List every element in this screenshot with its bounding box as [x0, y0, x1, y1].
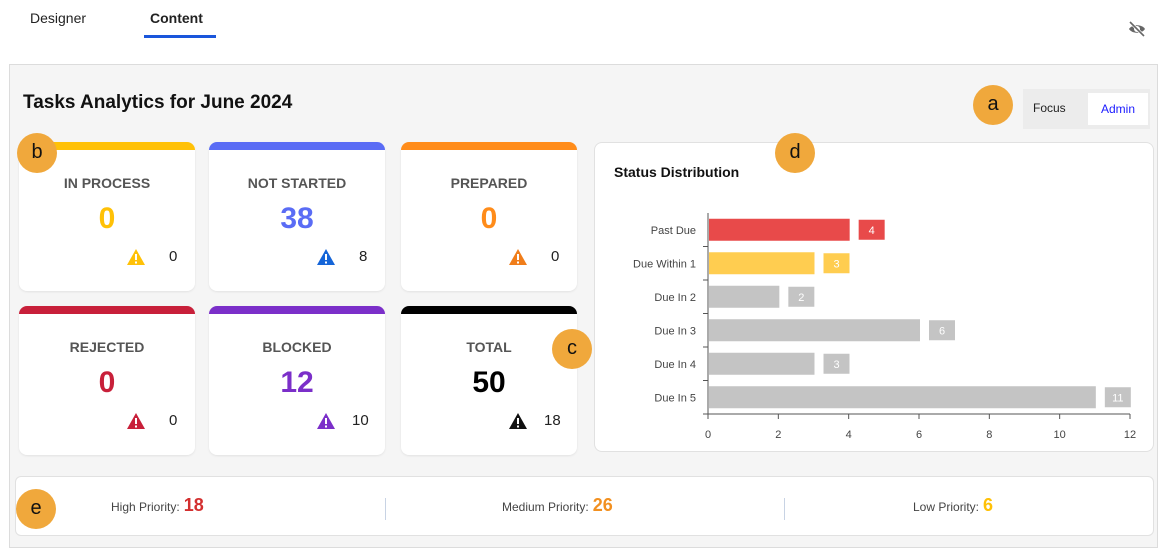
- y-tick-label: Past Due: [651, 225, 696, 237]
- eye-slash-icon[interactable]: [1127, 20, 1147, 38]
- bar: [709, 352, 815, 375]
- y-tick-label: Due In 5: [654, 392, 696, 404]
- status-card-rejected[interactable]: REJECTED 0 0: [19, 306, 195, 455]
- status-distribution-card: Status Distribution 0 2 4 6 8 10 12 Past Due 4 Du…: [594, 142, 1154, 452]
- x-tick-label: 10: [1054, 429, 1066, 441]
- card-band: [209, 142, 385, 150]
- y-tick-label: Due Within 1: [633, 258, 696, 270]
- x-tick-label: 6: [916, 429, 922, 441]
- priority-label: Medium Priority:: [502, 500, 589, 514]
- tab-content[interactable]: Content: [150, 10, 203, 26]
- card-value: 0: [480, 202, 498, 235]
- x-tick-label: 4: [846, 429, 852, 441]
- bar: [709, 386, 1096, 409]
- card-label: PREPARED: [450, 175, 528, 191]
- priority-value: 6: [983, 495, 994, 515]
- mode-switch: Focus Admin: [1023, 89, 1150, 129]
- status-card-blocked[interactable]: BLOCKED 12 10: [209, 306, 385, 455]
- divider: [385, 498, 386, 520]
- card-label: NOT STARTED: [247, 175, 347, 191]
- bar: [709, 285, 780, 308]
- status-card-total[interactable]: TOTAL 50 18: [401, 306, 577, 455]
- priority-summary: High Priority: 18 Medium Priority: 26 Low …: [15, 476, 1154, 536]
- priority-value: 18: [183, 495, 204, 515]
- warning-count: 0: [169, 412, 178, 429]
- priority-label: Low Priority:: [913, 500, 980, 514]
- bar-value-label: 3: [833, 258, 839, 270]
- card-label: BLOCKED: [262, 339, 332, 355]
- card-value: 38: [280, 202, 314, 235]
- warning-count: 0: [551, 248, 560, 265]
- x-tick-label: 8: [986, 429, 992, 441]
- warning-triangle-icon: [317, 249, 335, 265]
- status-distribution-chart: 0 2 4 6 8 10 12 Past Due 4 Due Within 1 3 Due In 2 2…: [633, 213, 1136, 441]
- warning-triangle-icon: [127, 249, 145, 265]
- y-tick-label: Due In 4: [654, 359, 696, 371]
- card-value: 0: [98, 366, 116, 399]
- mode-focus-option[interactable]: Focus: [1033, 101, 1066, 115]
- card-value: 50: [472, 366, 506, 399]
- bar-value-label: 6: [939, 325, 945, 337]
- card-label: IN PROCESS: [63, 175, 151, 191]
- priority-label: High Priority:: [111, 500, 180, 514]
- y-tick-label: Due In 3: [654, 325, 696, 337]
- annotation-marker-b: b: [17, 133, 57, 173]
- warning-count: 10: [352, 412, 369, 429]
- bar-value-label: 4: [869, 225, 875, 237]
- warning-triangle-icon: [509, 249, 527, 265]
- analytics-panel: Tasks Analytics for June 2024 Focus Admi…: [9, 64, 1158, 548]
- status-card-not-started[interactable]: NOT STARTED 38 8: [209, 142, 385, 291]
- annotation-marker-d: d: [775, 133, 815, 173]
- warning-count: 18: [544, 412, 561, 429]
- x-tick-label: 12: [1124, 429, 1136, 441]
- priority-value: 26: [592, 495, 613, 515]
- bar: [709, 319, 920, 342]
- status-card-prepared[interactable]: PREPARED 0 0: [401, 142, 577, 291]
- bar: [709, 218, 850, 241]
- y-tick-label: Due In 2: [654, 292, 696, 304]
- card-band: [19, 306, 195, 314]
- card-band: [209, 306, 385, 314]
- warning-triangle-icon: [317, 413, 335, 429]
- card-band: [401, 142, 577, 150]
- top-tab-bar: Designer Content: [0, 0, 1159, 45]
- tab-designer[interactable]: Designer: [30, 10, 86, 26]
- low-priority: Low Priority: 6: [913, 495, 993, 516]
- divider: [784, 498, 785, 520]
- medium-priority: Medium Priority: 26: [502, 495, 613, 516]
- warning-triangle-icon: [509, 413, 527, 429]
- annotation-marker-a: a: [973, 85, 1013, 125]
- bar-value-label: 2: [798, 292, 804, 304]
- active-tab-indicator: [144, 35, 216, 38]
- card-band: [401, 306, 577, 314]
- x-tick-label: 2: [775, 429, 781, 441]
- page-title: Tasks Analytics for June 2024: [23, 92, 293, 113]
- annotation-marker-c: c: [552, 329, 592, 369]
- high-priority: High Priority: 18: [111, 495, 204, 516]
- mode-admin-option[interactable]: Admin: [1088, 93, 1148, 125]
- annotation-marker-e: e: [16, 489, 56, 529]
- card-value: 12: [280, 366, 314, 399]
- bar-value-label: 3: [833, 359, 839, 371]
- warning-triangle-icon: [127, 413, 145, 429]
- card-label: TOTAL: [466, 339, 512, 355]
- card-value: 0: [98, 202, 116, 235]
- x-tick-label: 0: [705, 429, 711, 441]
- warning-count: 8: [359, 248, 368, 265]
- bar-value-label: 11: [1112, 392, 1123, 404]
- bar: [709, 252, 815, 275]
- warning-count: 0: [169, 248, 178, 265]
- card-label: REJECTED: [69, 339, 145, 355]
